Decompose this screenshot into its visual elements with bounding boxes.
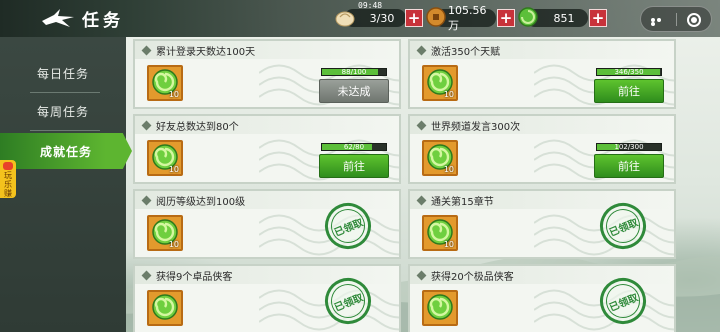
tab-daily[interactable]: 每日任务: [0, 55, 126, 91]
reward-count: 10: [443, 240, 454, 249]
quest-card: 通关第15章节 10 已领取: [408, 189, 676, 259]
quest-card: 好友总数达到80个 10 62/80 前往: [133, 114, 401, 184]
quest-card: 阅历等级达到100级 10 已领取: [133, 189, 401, 259]
play-earn-label: 玩乐赚: [4, 171, 12, 198]
add-stamina-button[interactable]: +: [405, 9, 423, 27]
jade-icon: [518, 7, 538, 27]
diamond-bullet-icon: [416, 270, 427, 281]
claimed-stamp-text: 已领取: [332, 292, 365, 314]
gift-icon: [3, 162, 13, 170]
reward-slot[interactable]: [147, 290, 183, 326]
claimed-stamp-text: 已领取: [607, 292, 640, 314]
claimed-stamp-text: 已领取: [607, 217, 640, 239]
quest-title: 累计登录天数达100天: [141, 43, 256, 58]
stamina-value: 3/30: [369, 11, 395, 25]
bun-icon: [335, 11, 355, 27]
reward-slot[interactable]: 10: [422, 65, 458, 101]
quest-title-text: 好友总数达到80个: [156, 122, 239, 133]
reward-count: 10: [168, 165, 179, 174]
reward-slot[interactable]: 10: [422, 140, 458, 176]
claimed-stamp-text: 已领取: [332, 217, 365, 239]
capsule-divider: [676, 13, 677, 26]
reward-count: 10: [443, 165, 454, 174]
more-dots-icon[interactable]: [651, 18, 667, 26]
quest-card: 获得20个极品侠客已领取: [408, 264, 676, 332]
tab-achievement[interactable]: 成就任务: [0, 133, 132, 169]
jade-value: 851: [553, 11, 575, 25]
quest-title-text: 阅历等级达到100级: [156, 197, 246, 208]
quest-title: 激活350个天赋: [416, 43, 501, 58]
top-bar: 任务 09:48 3/30 + 105.56万 + 851 +: [0, 0, 720, 37]
add-coins-button[interactable]: +: [497, 9, 515, 27]
quest-title: 世界频道发言300次: [416, 118, 521, 133]
diamond-bullet-icon: [141, 270, 152, 281]
quest-progress-bar: 62/80: [321, 143, 387, 151]
quest-progress-bar: 102/300: [596, 143, 662, 151]
diamond-bullet-icon: [141, 45, 152, 56]
quest-card: 获得9个卓品侠客已领取: [133, 264, 401, 332]
add-jade-button[interactable]: +: [589, 9, 607, 27]
incomplete-button: 未达成: [319, 79, 389, 103]
reward-count: 10: [168, 240, 179, 249]
quest-title-text: 激活350个天赋: [431, 47, 501, 58]
back-swallow-icon[interactable]: [40, 7, 76, 29]
quest-card: 世界频道发言300次 10 102/300 前往: [408, 114, 676, 184]
quest-title-text: 累计登录天数达100天: [156, 47, 256, 58]
quest-title: 好友总数达到80个: [141, 118, 239, 133]
quest-progress-bar: 88/100: [321, 68, 387, 76]
diamond-bullet-icon: [416, 120, 427, 131]
quest-title-text: 获得20个极品侠客: [431, 272, 514, 283]
diamond-bullet-icon: [416, 195, 427, 206]
quest-title: 获得20个极品侠客: [416, 268, 514, 283]
play-earn-badge[interactable]: 玩乐赚: [0, 160, 16, 198]
progress-text: 346/350: [614, 68, 644, 76]
diamond-bullet-icon: [141, 120, 152, 131]
quest-title-text: 世界频道发言300次: [431, 122, 521, 133]
quest-title-text: 获得9个卓品侠客: [156, 272, 233, 283]
quest-title-text: 通关第15章节: [431, 197, 494, 208]
tab-divider: [30, 130, 100, 131]
reward-slot[interactable]: 10: [422, 215, 458, 251]
quest-title: 阅历等级达到100级: [141, 193, 246, 208]
go-button[interactable]: 前往: [319, 154, 389, 178]
quest-title: 通关第15章节: [416, 193, 494, 208]
reward-slot[interactable]: [422, 290, 458, 326]
tab-weekly[interactable]: 每周任务: [0, 93, 126, 129]
reward-count: 10: [168, 90, 179, 99]
progress-text: 102/300: [614, 143, 644, 151]
reward-slot[interactable]: 10: [147, 65, 183, 101]
quest-card: 激活350个天赋 10 346/350 前往: [408, 39, 676, 109]
jade-icon: [152, 294, 178, 320]
progress-text: 88/100: [341, 68, 367, 76]
diamond-bullet-icon: [141, 195, 152, 206]
quest-card: 累计登录天数达100天 10 88/100 未达成: [133, 39, 401, 109]
go-button[interactable]: 前往: [594, 154, 664, 178]
close-target-icon[interactable]: [687, 13, 701, 27]
copper-coin-icon: [426, 7, 446, 27]
quest-progress-bar: 346/350: [596, 68, 662, 76]
jade-icon: [427, 294, 453, 320]
diamond-bullet-icon: [416, 45, 427, 56]
progress-text: 62/80: [343, 143, 365, 151]
go-button[interactable]: 前往: [594, 79, 664, 103]
page-title: 任务: [82, 11, 124, 31]
miniapp-capsule: [640, 6, 712, 32]
reward-slot[interactable]: 10: [147, 140, 183, 176]
quest-title: 获得9个卓品侠客: [141, 268, 233, 283]
reward-slot[interactable]: 10: [147, 215, 183, 251]
reward-count: 10: [443, 90, 454, 99]
